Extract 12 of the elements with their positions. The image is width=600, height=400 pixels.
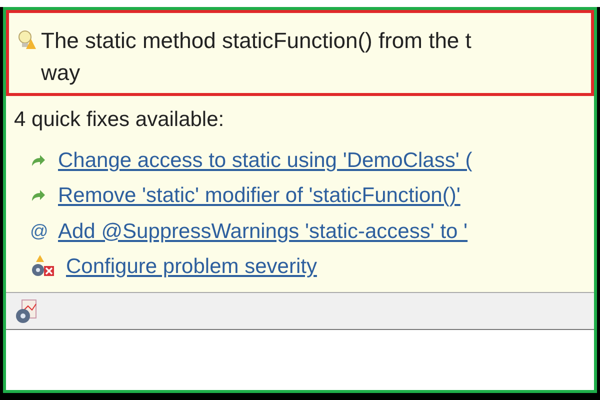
quick-fix-link[interactable]: Change access to static using 'DemoClass' ( <box>58 145 472 177</box>
quick-fix-link[interactable]: Configure problem severity <box>66 250 317 282</box>
arrow-icon <box>30 154 46 168</box>
gear-warning-icon <box>30 254 54 278</box>
quick-fix-heading: 4 quick fixes available: <box>14 107 226 133</box>
quick-fix-link[interactable]: Add @SuppressWarnings 'static-access' to ' <box>58 216 468 248</box>
quick-fix-link[interactable]: Remove 'static' modifier of 'staticFunction()' <box>58 180 460 212</box>
problem-message-line: The static method staticFunction() from the t <box>41 27 472 55</box>
at-sign-icon: @ <box>30 222 46 240</box>
arrow-icon <box>30 189 46 204</box>
problem-message-line: way <box>41 59 82 87</box>
lightbulb-warning-icon <box>17 29 37 51</box>
